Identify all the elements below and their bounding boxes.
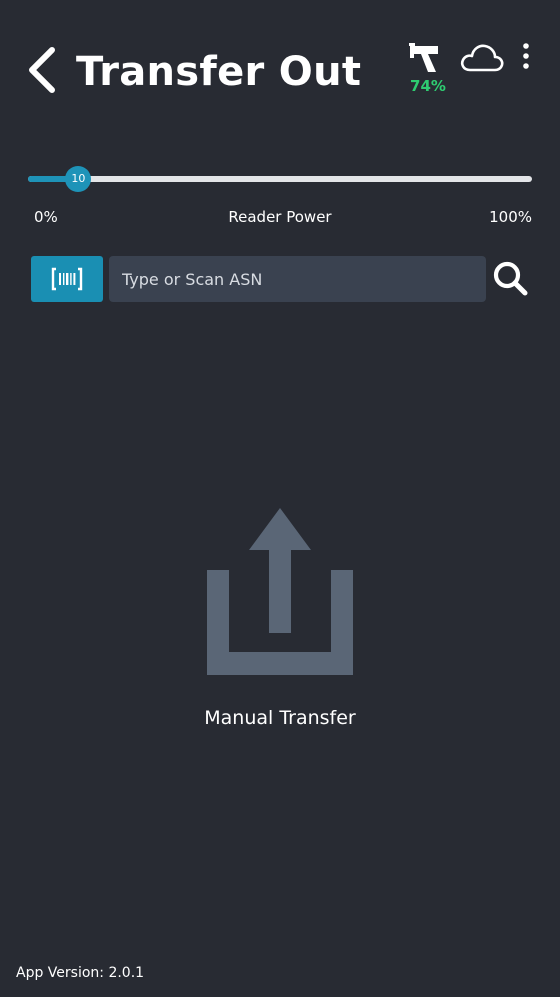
manual-transfer-button[interactable]: Manual Transfer (180, 505, 380, 745)
upload-icon (207, 508, 353, 675)
manual-transfer-label: Manual Transfer (204, 707, 356, 729)
reader-power-label: Reader Power (228, 208, 332, 226)
page-title: Transfer Out (76, 49, 362, 95)
scanner-gun-icon (406, 40, 446, 78)
chevron-left-icon (29, 47, 55, 93)
app-version: App Version: 2.0.1 (16, 965, 145, 981)
slider-thumb[interactable]: 10 (65, 166, 92, 192)
asn-search-input[interactable] (109, 256, 486, 302)
reader-power-slider[interactable]: 10 (28, 166, 532, 194)
barcode-icon (51, 267, 83, 291)
back-button[interactable] (24, 42, 64, 98)
cloud-icon[interactable] (458, 40, 506, 76)
more-vertical-icon[interactable] (516, 40, 536, 76)
barcode-scan-button[interactable] (31, 256, 103, 302)
search-icon (493, 261, 528, 296)
search-button[interactable] (490, 258, 532, 300)
slider-track (28, 176, 532, 182)
battery-level: 74% (410, 77, 446, 95)
slider-max-label: 100% (489, 208, 532, 226)
slider-min-label: 0% (34, 208, 58, 226)
